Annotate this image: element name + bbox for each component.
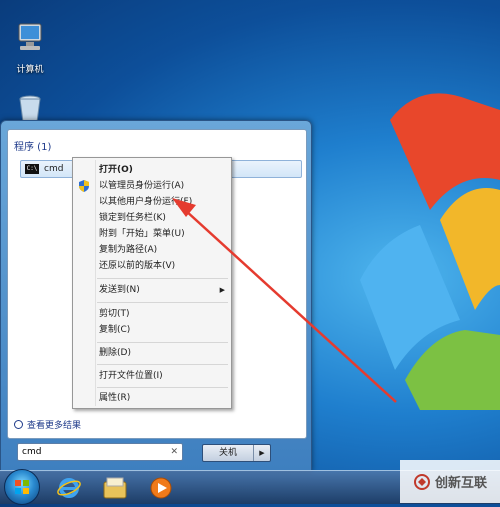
more-results-link[interactable]: 查看更多结果	[14, 418, 81, 431]
cmd-icon: C:\	[25, 164, 39, 174]
watermark-logo-icon	[413, 473, 430, 490]
windows-logo	[360, 93, 500, 410]
context-item-run-as-other-user[interactable]: 以其他用户身份运行(F)	[99, 194, 192, 210]
desktop-icon-label: 计算机	[16, 65, 44, 75]
shutdown-button[interactable]: 关机 ▶	[202, 444, 271, 462]
taskbar-explorer-button[interactable]	[94, 474, 136, 502]
search-icon	[14, 420, 23, 429]
context-menu-separator	[97, 387, 228, 388]
computer-icon	[18, 23, 42, 50]
ie-icon	[57, 478, 81, 498]
context-item-delete[interactable]: 删除(D)	[99, 345, 131, 361]
context-item-run-as-admin[interactable]: 以管理员身份运行(A)	[99, 178, 184, 194]
search-input[interactable]	[22, 447, 162, 457]
taskbar-ie-button[interactable]	[48, 474, 90, 502]
context-menu-separator	[97, 342, 228, 343]
context-item-pin-to-start-menu[interactable]: 附到「开始」菜单(U)	[99, 226, 185, 242]
context-menu-separator	[97, 364, 228, 365]
explorer-icon	[103, 477, 127, 499]
watermark: 创新互联	[400, 460, 500, 503]
context-item-open-file-location[interactable]: 打开文件位置(I)	[99, 368, 163, 384]
watermark-text: 创新互联	[434, 476, 487, 491]
taskbar-media-player-button[interactable]	[140, 474, 182, 502]
context-item-send-to[interactable]: 发送到(N)	[99, 282, 140, 298]
shutdown-label[interactable]: 关机	[203, 445, 254, 461]
context-item-copy-as-path[interactable]: 复制为路径(A)	[99, 242, 157, 258]
context-item-copy[interactable]: 复制(C)	[99, 322, 130, 338]
context-item-restore-previous-versions[interactable]: 还原以前的版本(V)	[99, 258, 175, 274]
uac-shield-icon	[79, 180, 89, 192]
more-results-label: 查看更多结果	[27, 421, 82, 431]
desktop-icon-computer[interactable]: 计算机	[2, 20, 58, 75]
shutdown-options-arrow-icon[interactable]: ▶	[254, 445, 270, 461]
context-menu-separator	[97, 302, 228, 303]
context-item-cut[interactable]: 剪切(T)	[99, 306, 130, 322]
start-button[interactable]	[4, 469, 40, 505]
windows-flag-icon	[15, 480, 29, 494]
context-item-open[interactable]: 打开(O)	[99, 162, 133, 178]
context-item-pin-to-taskbar[interactable]: 锁定到任务栏(K)	[99, 210, 166, 226]
programs-header: 程序 (1)	[14, 142, 52, 153]
program-item-label: cmd	[44, 164, 64, 174]
clear-search-icon[interactable]: ✕	[170, 447, 178, 457]
context-menu-separator	[97, 278, 228, 279]
context-item-properties[interactable]: 属性(R)	[99, 390, 130, 406]
context-menu: 打开(O) 以管理员身份运行(A) 以其他用户身份运行(F) 锁定到任务栏(K)…	[72, 157, 232, 409]
search-field[interactable]: ✕	[17, 443, 183, 461]
submenu-arrow-icon: ▶	[219, 286, 225, 294]
media-player-icon	[150, 477, 172, 499]
